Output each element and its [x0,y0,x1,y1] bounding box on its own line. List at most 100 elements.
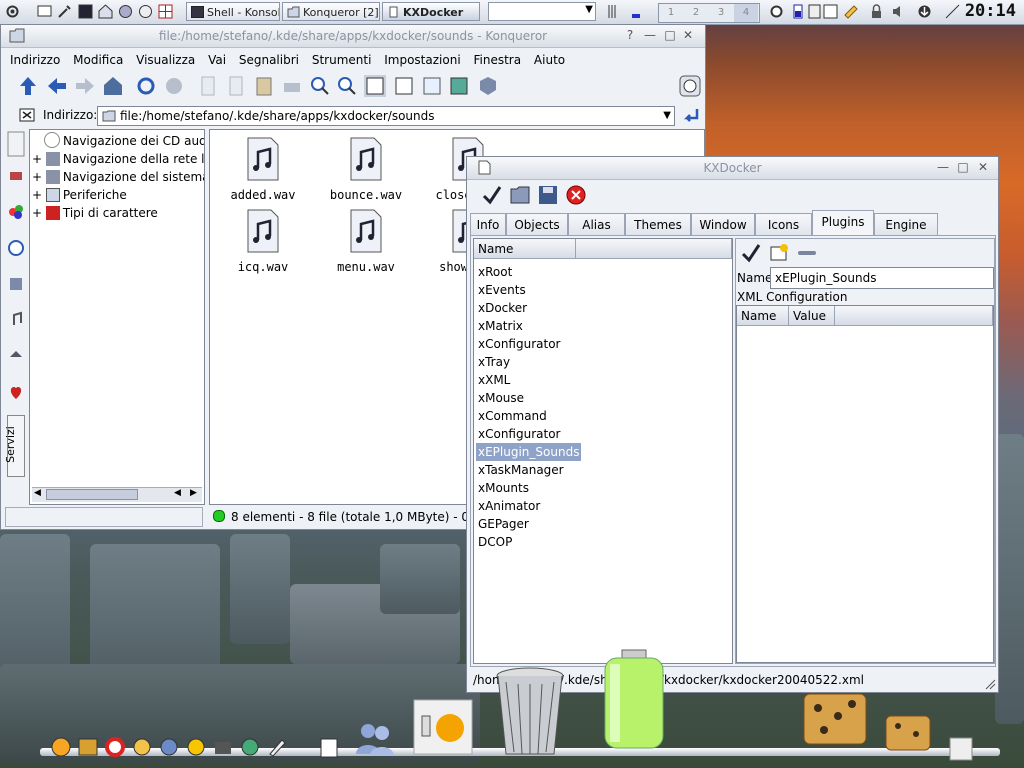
tab-plugins[interactable]: Plugins [812,210,874,235]
menu-finestra[interactable]: Finestra [473,50,521,70]
name-input[interactable]: xEPlugin_Sounds [770,267,994,289]
menu-aiuto[interactable]: Aiuto [534,50,565,70]
cut-icon[interactable] [197,75,219,97]
desktop-3[interactable]: 3 [709,4,733,22]
network-sidebar-icon[interactable] [7,199,25,225]
close-button[interactable]: ✕ [976,160,990,174]
scrollbar-thumb[interactable] [46,489,138,500]
home-sidebar-icon[interactable] [7,271,25,297]
konqueror-titlebar[interactable]: file:/home/stefano/.kde/share/apps/kxdoc… [1,25,705,48]
icon-view-icon[interactable] [364,75,386,97]
desktop-icon[interactable] [36,3,53,20]
history-sidebar-icon[interactable] [7,163,25,189]
file-item[interactable]: added.wav [219,136,307,202]
clear-location-icon[interactable] [19,108,35,122]
clipboard-icon[interactable] [806,3,823,20]
tree-horizontal-scrollbar[interactable]: ◀ ◀ ▶ [32,487,202,502]
konqueror-app-icon[interactable] [9,28,25,43]
volume-icon[interactable] [890,3,907,20]
tree-item-fonts[interactable]: + Tipi di carattere [32,204,158,222]
file-item[interactable]: menu.wav [322,208,410,274]
menu-segnalibri[interactable]: Segnalibri [239,50,299,70]
plugin-item[interactable]: xConfigurator [476,425,562,443]
download-icon[interactable] [916,3,933,20]
clock[interactable]: 20:14 [965,1,1016,21]
menu-visualizza[interactable]: Visualizza [136,50,195,70]
tab-alias[interactable]: Alias [568,213,625,235]
forward-arrow-icon[interactable] [74,75,96,97]
tree-item-system[interactable]: + Navigazione del sistema [32,168,204,186]
plugin-item[interactable]: xMounts [476,479,531,497]
menu-strumenti[interactable]: Strumenti [312,50,372,70]
print-icon[interactable] [281,75,303,97]
plugin-list-header[interactable]: Name [474,239,576,259]
devices-sidebar-icon[interactable] [7,343,25,369]
apply-check-icon[interactable] [481,184,503,206]
menu-impostazioni[interactable]: Impostazioni [384,50,460,70]
go-arrow-icon[interactable] [681,106,701,126]
kxdocker-titlebar[interactable]: KXDocker — □ ✕ [467,157,998,180]
close-red-icon[interactable] [565,184,587,206]
xml-header-name[interactable]: Name [737,306,789,326]
show-desktop-icon[interactable] [606,3,623,20]
tree-item-devices[interactable]: + Periferiche [32,186,127,204]
clock-sidebar-icon[interactable] [7,235,25,261]
cube-icon[interactable] [477,75,499,97]
desktop-4[interactable]: 4 [734,4,758,22]
network-icon[interactable] [822,3,839,20]
file-item[interactable]: icq.wav [219,208,307,274]
detail-view-icon[interactable] [393,75,415,97]
image-gallery-icon[interactable] [448,75,470,97]
maximize-button[interactable]: □ [663,28,677,42]
tree-item-local-network[interactable]: + Navigazione della rete locale [32,150,204,168]
services-sidebar-icon[interactable] [7,379,25,405]
terminal-icon[interactable] [77,3,94,20]
command-combobox[interactable]: ▼ [488,2,596,21]
plugin-item[interactable]: xXML [476,371,512,389]
xml-header-value[interactable]: Value [789,306,835,326]
kxdocker-app-icon[interactable] [477,160,491,175]
home-folder-icon[interactable] [97,3,114,20]
plugin-item[interactable]: xTaskManager [476,461,566,479]
minimize-button[interactable]: — [643,28,657,42]
task-konqueror[interactable]: Konqueror [2] [282,2,380,21]
grid-icon[interactable] [157,3,174,20]
chevron-down-icon[interactable]: ▼ [663,107,671,125]
sidebar-tab-servizi[interactable]: Servizi [4,415,25,477]
kde-menu-icon[interactable] [4,3,21,20]
scroll-left-icon[interactable]: ◀ [174,488,181,498]
plugin-item[interactable]: xCommand [476,407,549,425]
open-folder-icon[interactable] [509,184,531,206]
stop-icon[interactable] [163,75,185,97]
task-shell-konsole[interactable]: Shell - Konsole [186,2,280,21]
scroll-left-icon[interactable]: ◀ [34,488,41,498]
up-arrow-icon[interactable] [17,75,39,97]
tab-info[interactable]: Info [470,213,506,235]
plugin-item[interactable]: xConfigurator [476,335,562,353]
tree-item-cd-audio[interactable]: Navigazione dei CD audio [44,132,204,150]
plugin-item[interactable]: xRoot [476,263,514,281]
plugin-item[interactable]: GEPager [476,515,531,533]
plugin-item[interactable]: xTray [476,353,512,371]
bookmarks-sidebar-icon[interactable] [7,131,25,157]
menu-indirizzo[interactable]: Indirizzo [10,50,60,70]
maximize-button[interactable]: □ [956,160,970,174]
menu-modifica[interactable]: Modifica [73,50,123,70]
plugin-item[interactable]: xEvents [476,281,528,299]
reload-icon[interactable] [135,75,157,97]
plugin-item[interactable]: xMatrix [476,317,525,335]
tab-icons[interactable]: Icons [755,213,812,235]
xml-config-table[interactable]: Name Value [736,305,994,663]
new-item-icon[interactable] [768,242,790,264]
virtual-desktops-pager[interactable]: 1 2 3 4 [658,3,760,23]
back-arrow-icon[interactable] [46,75,68,97]
close-button[interactable]: ✕ [681,28,695,42]
zoom-in-icon[interactable] [309,75,331,97]
copy-icon[interactable] [225,75,247,97]
desktop-1[interactable]: 1 [659,4,683,22]
plugin-list[interactable]: Name xRoot xEvents xDocker xMatrix xConf… [473,238,733,664]
tab-window[interactable]: Window [691,213,755,235]
file-item[interactable]: bounce.wav [322,136,410,202]
desktop-2[interactable]: 2 [684,4,708,22]
plugin-item[interactable]: xDocker [476,299,529,317]
